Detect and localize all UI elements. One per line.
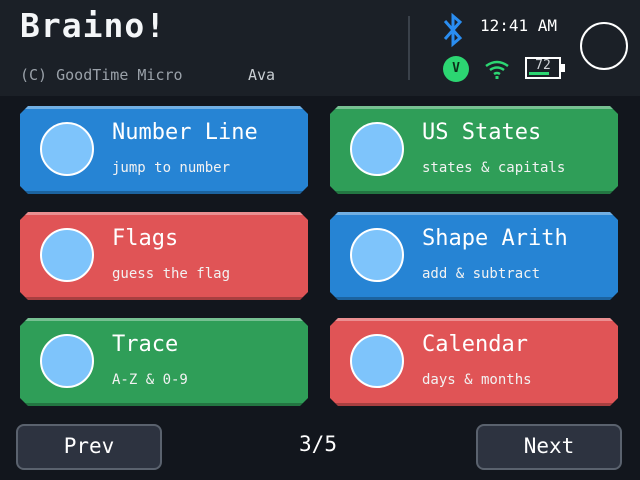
battery-cap bbox=[561, 64, 565, 72]
card-icon-circle bbox=[40, 334, 94, 388]
next-button[interactable]: Next bbox=[476, 424, 622, 470]
activity-card-flags[interactable]: Flags guess the flag bbox=[20, 212, 308, 300]
card-title: US States bbox=[422, 120, 542, 145]
card-icon-circle bbox=[40, 228, 94, 282]
card-title: Flags bbox=[112, 226, 179, 251]
activity-card-shape-arith[interactable]: Shape Arith add & subtract bbox=[330, 212, 618, 300]
card-title: Number Line bbox=[112, 120, 258, 145]
copyright-text: (C) GoodTime Micro bbox=[20, 66, 183, 84]
battery-icon: 72 bbox=[525, 57, 565, 79]
header-divider bbox=[408, 16, 410, 80]
power-circle-icon[interactable] bbox=[580, 22, 628, 70]
activity-card-trace[interactable]: Trace A-Z & 0-9 bbox=[20, 318, 308, 406]
card-subtitle: days & months bbox=[422, 372, 532, 388]
card-subtitle: jump to number bbox=[112, 160, 231, 176]
clock: 12:41 AM bbox=[480, 16, 558, 35]
card-subtitle: A-Z & 0-9 bbox=[112, 372, 188, 388]
wifi-icon[interactable] bbox=[484, 58, 510, 80]
card-icon-circle bbox=[40, 122, 94, 176]
page-indicator: 3/5 bbox=[299, 432, 337, 456]
card-subtitle: add & subtract bbox=[422, 266, 541, 282]
card-subtitle: guess the flag bbox=[112, 266, 231, 282]
activity-card-calendar[interactable]: Calendar days & months bbox=[330, 318, 618, 406]
activity-card-us-states[interactable]: US States states & capitals bbox=[330, 106, 618, 194]
card-subtitle: states & capitals bbox=[422, 160, 566, 176]
prev-button[interactable]: Prev bbox=[16, 424, 162, 470]
app-title: Braino! bbox=[20, 6, 167, 45]
card-icon-circle bbox=[350, 122, 404, 176]
card-title: Shape Arith bbox=[422, 226, 568, 251]
card-title: Trace bbox=[112, 332, 179, 357]
card-icon-circle bbox=[350, 334, 404, 388]
user-name: Ava bbox=[248, 66, 276, 84]
top-bar: Braino! (C) GoodTime Micro Ava 12:41 AM … bbox=[0, 0, 640, 96]
volume-badge[interactable]: V bbox=[443, 56, 469, 82]
activity-card-number-line[interactable]: Number Line jump to number bbox=[20, 106, 308, 194]
bluetooth-icon[interactable] bbox=[440, 12, 466, 48]
battery-label: 72 bbox=[535, 58, 551, 73]
card-title: Calendar bbox=[422, 332, 528, 357]
card-icon-circle bbox=[350, 228, 404, 282]
